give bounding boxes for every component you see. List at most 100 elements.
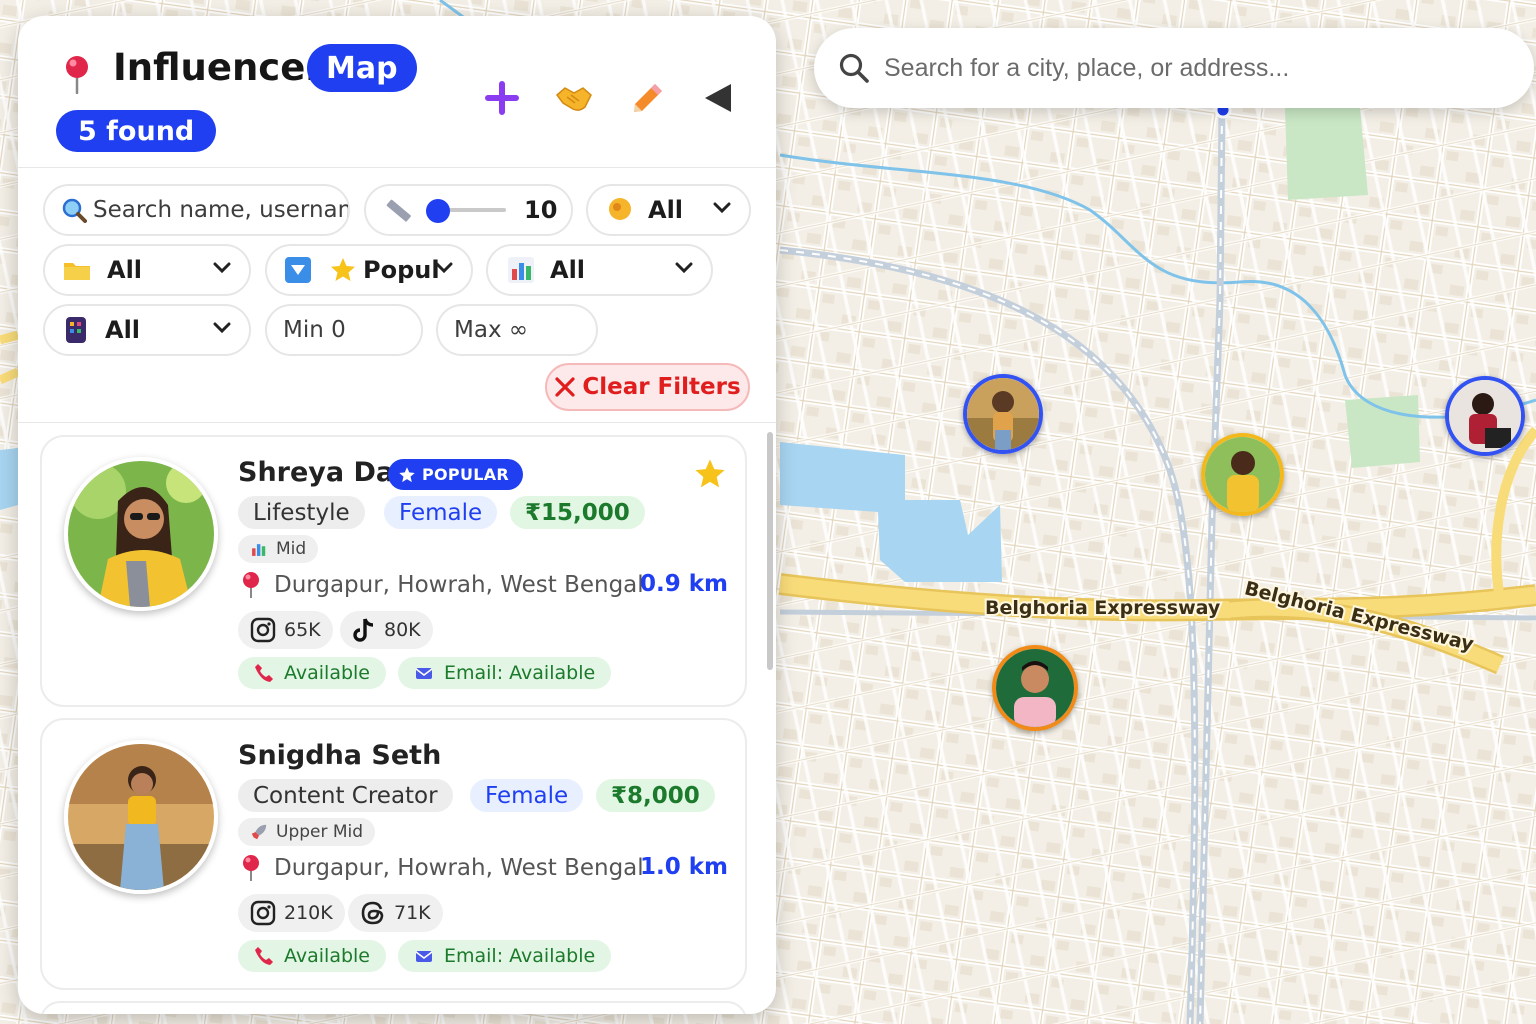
- name-search-field[interactable]: [43, 184, 350, 236]
- chevron-down-icon: [435, 262, 453, 274]
- phone-availability: Available: [238, 940, 387, 972]
- max-price-field[interactable]: [436, 304, 598, 356]
- popular-badge-label: POPULAR: [422, 465, 510, 484]
- collaborations-button[interactable]: [554, 78, 594, 118]
- influencer-map-marker[interactable]: [1445, 376, 1525, 456]
- location-pin-icon: [243, 572, 259, 598]
- gender-chip: Female: [384, 496, 498, 529]
- panel-title: Influencer: [113, 46, 324, 89]
- threads-icon: [361, 901, 384, 925]
- influencer-card[interactable]: [40, 1001, 747, 1014]
- folder-icon: [64, 263, 90, 280]
- phone-status: Available: [284, 945, 371, 967]
- radius-slider-thumb[interactable]: [426, 199, 450, 223]
- category-chip: Lifestyle: [238, 496, 365, 529]
- max-price-input[interactable]: [454, 317, 596, 343]
- influencer-name: Snigdha Seth: [238, 740, 442, 771]
- instagram-followers[interactable]: 210K: [238, 894, 345, 932]
- threads-count: 71K: [394, 902, 431, 924]
- min-price-field[interactable]: [265, 304, 423, 356]
- bar-chart-icon: [508, 257, 534, 283]
- gender-select-value: All: [648, 196, 684, 224]
- influencer-card[interactable]: Shreya Das POPULAR Lifestyle Female ₹15,…: [40, 435, 747, 707]
- email-icon: [415, 668, 433, 679]
- plus-icon: [485, 81, 519, 115]
- bar-chart-icon: [252, 544, 266, 556]
- pushpin-icon: [66, 56, 88, 94]
- tier-label: Mid: [276, 539, 307, 559]
- email-availability: Email: Available: [398, 940, 612, 972]
- clear-filters-button[interactable]: Clear Filters: [545, 363, 750, 411]
- email-availability: Email: Available: [398, 657, 612, 689]
- pencil-icon: [634, 84, 662, 112]
- magnifier-icon: [62, 198, 87, 223]
- map-title-pill: Map: [307, 44, 417, 92]
- handshake-icon: [555, 87, 592, 111]
- email-status: Email: Available: [444, 945, 596, 967]
- category-chip: Content Creator: [238, 779, 453, 812]
- influencer-map-marker[interactable]: [992, 645, 1078, 731]
- instagram-count: 65K: [284, 619, 321, 641]
- add-influencer-button[interactable]: [482, 78, 522, 118]
- location: Durgapur, Howrah, West Bengal: [242, 854, 644, 882]
- sort-down-icon: [285, 257, 311, 283]
- instagram-icon: [250, 617, 276, 643]
- influencer-map-marker[interactable]: [1201, 433, 1284, 516]
- location-text: Durgapur, Howrah, West Bengal: [274, 855, 644, 881]
- star-icon: [331, 258, 355, 281]
- clear-filters-label: Clear Filters: [582, 374, 741, 400]
- phone-availability: Available: [238, 657, 387, 689]
- location: Durgapur, Howrah, West Bengal: [242, 571, 644, 599]
- instagram-followers[interactable]: 65K: [238, 611, 333, 649]
- tier-badge: Mid: [238, 535, 319, 563]
- map-search-input[interactable]: [884, 53, 1484, 83]
- results-count-badge: 5 found: [56, 110, 217, 152]
- threads-followers[interactable]: 71K: [348, 894, 443, 932]
- min-price-input[interactable]: [283, 317, 421, 343]
- favorite-star-icon[interactable]: [693, 457, 727, 491]
- platform-select-value: All: [105, 316, 141, 344]
- close-icon: [555, 377, 575, 397]
- category-select[interactable]: All: [43, 244, 251, 296]
- chevron-down-icon: [213, 262, 231, 274]
- tier-label: Upper Mid: [276, 822, 364, 842]
- phone-icon: [255, 664, 273, 682]
- chevron-down-icon: [675, 262, 693, 274]
- radius-slider-field: 10: [364, 184, 573, 236]
- phone-app-icon: [66, 317, 86, 343]
- panel-header: Influencer Map 5 found: [18, 16, 776, 168]
- gender-select[interactable]: All: [586, 184, 751, 236]
- sort-select[interactable]: Popul: [265, 244, 473, 296]
- distance: 0.9 km: [640, 571, 729, 597]
- tier-select[interactable]: All: [486, 244, 713, 296]
- edit-button[interactable]: [628, 78, 668, 118]
- chevron-down-icon: [213, 322, 231, 334]
- collapse-panel-button[interactable]: [698, 78, 738, 118]
- collapse-triangle-icon: [705, 84, 731, 112]
- influencer-map-marker[interactable]: [963, 374, 1043, 454]
- chevron-down-icon: [713, 202, 731, 214]
- radius-value: 10: [524, 196, 558, 224]
- price-chip: ₹8,000: [596, 779, 715, 812]
- distance: 1.0 km: [640, 854, 729, 880]
- avatar: [64, 740, 218, 894]
- radius-slider[interactable]: [426, 199, 506, 223]
- road-label-belghoria-1: Belghoria Expressway: [985, 597, 1221, 619]
- ruler-icon: [386, 199, 411, 222]
- tiktok-followers[interactable]: 80K: [340, 611, 433, 649]
- tiktok-icon: [353, 618, 374, 642]
- person-icon: [609, 198, 631, 220]
- influencer-name: Shreya Das: [238, 457, 411, 488]
- phone-status: Available: [284, 662, 371, 684]
- influencer-list[interactable]: Shreya Das POPULAR Lifestyle Female ₹15,…: [18, 424, 776, 1014]
- map-search-bar[interactable]: [814, 28, 1534, 108]
- category-select-value: All: [107, 256, 143, 284]
- list-scrollbar[interactable]: [767, 432, 773, 670]
- name-search-input[interactable]: [93, 197, 348, 223]
- platform-select[interactable]: All: [43, 304, 251, 356]
- influencer-card[interactable]: Snigdha Seth Content Creator Female ₹8,0…: [40, 718, 747, 990]
- email-status: Email: Available: [444, 662, 596, 684]
- tier-badge: Upper Mid: [238, 818, 376, 846]
- rocket-icon: [251, 824, 267, 840]
- search-icon: [839, 53, 869, 83]
